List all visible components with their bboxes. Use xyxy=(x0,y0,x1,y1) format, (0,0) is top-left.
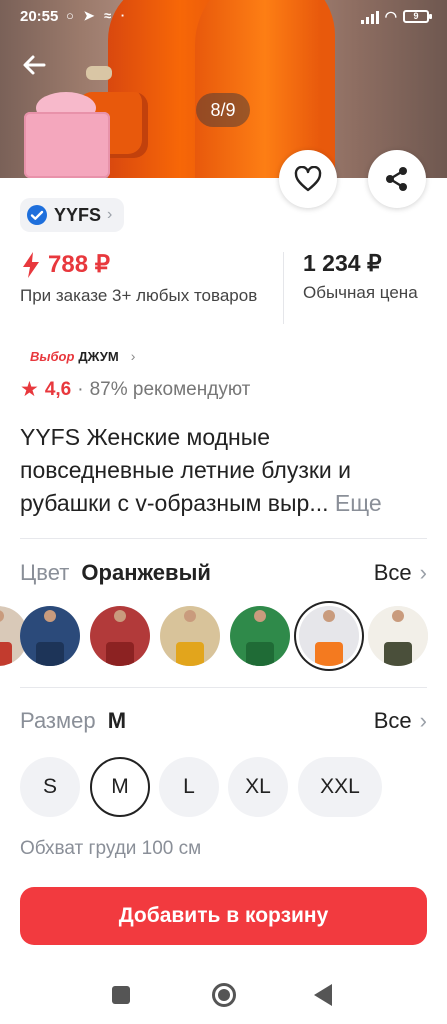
status-time: 20:55 xyxy=(20,8,59,25)
signal-icon xyxy=(360,10,379,24)
swatch-bottom xyxy=(384,642,412,666)
more-link[interactable]: Еще xyxy=(335,490,382,516)
color-header: Цвет Оранжевый Все › xyxy=(20,560,427,586)
brand-name: YYFS xyxy=(54,204,102,225)
price-divider xyxy=(283,252,284,324)
rating-dot: · xyxy=(77,378,84,400)
color-swatch[interactable] xyxy=(160,606,220,666)
color-swatch[interactable] xyxy=(230,606,290,666)
swatch-bottom xyxy=(176,642,204,666)
regular-price: 1 234 ₽ xyxy=(303,250,382,276)
chevron-right-icon: › xyxy=(419,708,427,733)
color-swatch[interactable] xyxy=(20,606,80,666)
wifi-icon: ◠ xyxy=(384,8,397,24)
regular-price-note: Обычная цена xyxy=(303,283,418,302)
divider xyxy=(20,538,427,539)
size-option[interactable]: M xyxy=(90,757,150,817)
choice-badge-right: ДЖУМ xyxy=(78,348,119,364)
size-option[interactable]: XXL xyxy=(298,757,382,817)
brand-chip[interactable]: YYFS › xyxy=(20,198,125,232)
notification-icons: ○ ➤ ≈ · xyxy=(66,8,129,23)
color-label: Цвет xyxy=(20,560,70,585)
swatch-face xyxy=(184,610,196,622)
color-swatch[interactable] xyxy=(90,606,150,666)
gallery-counter: 8/9 xyxy=(196,93,250,127)
system-nav-bar xyxy=(0,968,447,1024)
gift-box-icon xyxy=(24,112,110,178)
size-option[interactable]: XL xyxy=(228,757,288,817)
rating-value: 4,6 xyxy=(44,378,72,400)
swatch-face xyxy=(392,610,404,622)
color-selected: Оранжевый xyxy=(81,560,211,585)
chevron-right-icon: › xyxy=(130,348,136,364)
product-photo-watch xyxy=(86,66,112,80)
product-title-text: YYFS Женские модные повседневные летние … xyxy=(20,424,352,516)
share-button[interactable] xyxy=(368,150,426,208)
promo-price-note: При заказе 3+ любых товаров xyxy=(20,286,258,305)
chevron-right-icon: › xyxy=(419,560,427,585)
size-header: Размер M Все › xyxy=(20,708,427,734)
divider xyxy=(20,687,427,688)
favorite-button[interactable] xyxy=(279,150,337,208)
swatch-bottom xyxy=(0,642,12,666)
back-icon[interactable] xyxy=(314,984,332,1006)
choice-badge-left: Выбор xyxy=(30,348,75,364)
swatch-bottom xyxy=(246,642,274,666)
size-option[interactable]: L xyxy=(159,757,219,817)
recommend-text: 87% рекомендуют xyxy=(89,378,251,400)
status-right: ◠ 9 xyxy=(360,8,432,25)
color-swatch[interactable] xyxy=(299,606,359,666)
product-title[interactable]: YYFS Женские модные повседневные летние … xyxy=(20,421,430,520)
promo-price-block: 788 ₽ При заказе 3+ любых товаров xyxy=(20,250,270,306)
swatch-face xyxy=(254,610,266,622)
recents-icon[interactable] xyxy=(112,986,130,1004)
swatch-bottom xyxy=(106,642,134,666)
swatch-face xyxy=(44,610,56,622)
verified-icon xyxy=(27,205,47,225)
swatch-face xyxy=(323,610,335,622)
share-icon xyxy=(386,167,407,191)
size-all-label: Все xyxy=(373,708,412,733)
promo-price: 788 ₽ xyxy=(48,251,110,278)
color-all-label: Все xyxy=(373,560,412,585)
home-icon[interactable] xyxy=(212,983,236,1007)
add-to-cart-button[interactable]: Добавить в корзину xyxy=(20,887,427,945)
battery-icon: 9 xyxy=(403,10,432,23)
choice-badge[interactable]: Выбор ДЖУМ › xyxy=(30,348,135,364)
swatch-bottom xyxy=(315,642,343,666)
size-option[interactable]: S xyxy=(20,757,80,817)
color-swatches xyxy=(0,606,447,670)
swatch-face xyxy=(114,610,126,622)
heart-icon xyxy=(294,166,322,192)
rating-row[interactable]: ★ 4,6 · 87% рекомендуют xyxy=(20,377,250,402)
product-page: 20:55 ○ ➤ ≈ · ◠ 9 8/9 YYFS › 788 ₽ При з… xyxy=(0,0,447,1024)
size-all-link[interactable]: Все › xyxy=(374,708,427,734)
back-arrow-icon[interactable] xyxy=(20,50,52,82)
chevron-right-icon: › xyxy=(107,206,113,223)
size-selected: M xyxy=(107,708,127,733)
swatch-bottom xyxy=(36,642,64,666)
regular-price-block: 1 234 ₽ Обычная цена xyxy=(303,250,443,303)
size-label: Размер xyxy=(20,708,96,733)
lightning-icon xyxy=(23,251,39,278)
color-all-link[interactable]: Все › xyxy=(374,560,427,586)
color-swatch[interactable] xyxy=(368,606,428,666)
star-icon: ★ xyxy=(20,378,39,401)
bust-note: Обхват груди 100 см xyxy=(20,838,202,859)
status-bar: 20:55 ○ ➤ ≈ · ◠ 9 xyxy=(0,0,447,34)
